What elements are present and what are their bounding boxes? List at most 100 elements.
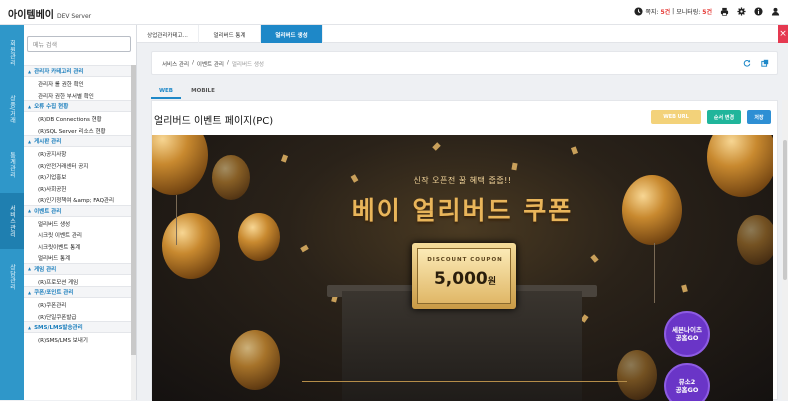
messages-label: 쪽지: [645,9,659,16]
collapse-icon: ▲ [28,289,32,295]
menu-group-game[interactable]: ▲ 게임 관리 [24,262,131,275]
menu-item[interactable]: (R)사회공헌 [24,182,131,194]
game-link-label-1: 세븐나이츠 공홈GO [672,325,702,342]
confetti [570,146,579,155]
menu-item[interactable]: 얼리버드 생성 [24,217,131,229]
confetti [681,284,688,293]
close-tab-button[interactable]: × [778,25,788,43]
tab-category[interactable]: 상업관리카테고... [137,25,199,43]
game-link-button-2[interactable]: 뮤소2 공홈GO [664,363,710,401]
breadcrumb: 서비스 관리 / 이벤트 관리 / 얼리버드 생성 [162,60,264,68]
event-banner-preview: 신작 오픈전 꿀 혜택 줍줍!! 베이 얼리버드 쿠폰 DISCOUNT COU… [152,135,773,401]
status-separator: | [672,8,675,15]
menu-item[interactable]: (R)SMS/LMS 보내기 [24,333,131,345]
menu-item[interactable]: (R)쿠폰관리 [24,298,131,310]
confetti [590,254,599,263]
info-icon[interactable] [754,7,763,16]
sidebar-scroll-thumb[interactable] [131,65,136,355]
tab-earlybird-stats[interactable]: 얼리버드 통계 [199,25,261,43]
module-rail: 회원관리 상품/거래 통계관리 서비스관리 상담관리 [0,25,24,400]
monitoring-count[interactable]: 5건 [702,7,712,16]
breadcrumb-current: 얼리버드 생성 [231,62,264,68]
main-scrollbar[interactable] [782,100,788,400]
menu-item[interactable]: 시크릿 이벤트 관리 [24,228,131,240]
popup-icon[interactable] [761,59,769,67]
menu-item[interactable]: (R)프로모션 게임 [24,275,131,287]
rail-item-member[interactable]: 회원관리 [0,25,24,81]
clock-icon [634,7,643,16]
coupon-inner: DISCOUNT COUPON 5,000원 [417,248,511,304]
menu-item[interactable]: (R)인기정책여 &amp; FAQ관리 [24,193,131,205]
breadcrumb-item[interactable]: 이벤트 관리 [197,60,224,68]
menu-group-label: 오류 수집 현황 [34,104,69,110]
discount-coupon: DISCOUNT COUPON 5,000원 [412,243,516,309]
menu-item[interactable]: 얼리버드 통계 [24,251,131,263]
menu-group-label: 게임 관리 [34,266,57,273]
balloon [707,135,773,197]
rail-item-consult[interactable]: 상담관리 [0,249,24,305]
menu-item[interactable]: (R)SQL Server 리소스 현황 [24,124,131,136]
messages-count[interactable]: 5건 [660,7,670,16]
balloon [152,135,208,195]
tab-web[interactable]: WEB [151,85,181,99]
floor-line [302,381,627,382]
balloon [230,330,280,390]
sidebar-menu: ▲ 관리자 카테고리 관리 관리자 롤 권한 확인 관리자 권한 부서별 확인 ▲… [24,65,131,345]
collapse-icon: ▲ [28,324,32,330]
print-icon[interactable] [720,7,729,16]
menu-group-admin-category[interactable]: ▲ 관리자 카테고리 관리 [24,65,131,77]
page-tabs: 상업관리카테고... 얼리버드 통계 얼리버드 생성 [137,25,788,43]
page-title: 얼리버드 이벤트 페이지(PC) [154,116,274,127]
game-link-label-2: 뮤소2 공홈GO [675,377,699,394]
menu-group-board[interactable]: ▲ 게시판 관리 [24,135,131,147]
main-scroll-thumb[interactable] [783,140,787,280]
top-bar: 아이템베이 DEV Server 쪽지: 5건 | 모니터링: 5건 [0,0,788,25]
save-button[interactable]: 저장 [747,110,771,124]
menu-item[interactable]: (R)안전거래센터 공지 [24,159,131,171]
sidebar-scrollbar[interactable] [131,65,136,400]
env-label: DEV Server [57,13,92,20]
rail-item-stats[interactable]: 통계관리 [0,137,24,193]
coupon-amount: 5,000원 [418,269,512,289]
menu-group-label: 이벤트 관리 [34,208,62,215]
breadcrumb-sep: / [226,60,229,66]
balloon [617,350,657,400]
collapse-icon: ▲ [28,68,32,74]
menu-group-label: SMS/LMS발송관리 [34,325,83,331]
tab-mobile[interactable]: MOBILE [181,85,225,99]
breadcrumb-bar: 서비스 관리 / 이벤트 관리 / 얼리버드 생성 [151,51,778,75]
rail-item-service[interactable]: 서비스관리 [0,193,24,249]
action-buttons: WEB URL 순서 변경 저장 [651,110,771,124]
refresh-icon[interactable] [743,59,751,67]
menu-group-sms[interactable]: ▲ SMS/LMS발송관리 [24,321,131,333]
breadcrumb-tools [743,59,769,67]
collapse-icon: ▲ [28,103,32,109]
menu-item[interactable]: (R)공지사항 [24,147,131,159]
menu-item[interactable]: 관리자 권한 부서별 확인 [24,89,131,101]
menu-item[interactable]: 관리자 롤 권한 확인 [24,77,131,89]
rail-item-goods[interactable]: 상품/거래 [0,81,24,137]
content-panel: 얼리버드 이벤트 페이지(PC) WEB URL 순서 변경 저장 신작 오픈전… [151,100,778,401]
menu-group-coupon[interactable]: ▲ 쿠폰/포인트 관리 [24,286,131,298]
user-icon[interactable] [771,7,780,16]
coupon-amount-value: 5,000 [433,269,488,289]
confetti [280,154,289,163]
collapse-icon: ▲ [28,138,32,144]
balloon-string [654,243,655,303]
menu-item[interactable]: (R)기업홍보 [24,170,131,182]
menu-group-label: 관리자 카테고리 관리 [34,69,84,75]
banner-title: 베이 얼리버드 쿠폰 [351,196,574,225]
menu-group-error[interactable]: ▲ 오류 수집 현황 [24,100,131,112]
web-url-button[interactable]: WEB URL [651,110,701,124]
menu-group-event[interactable]: ▲ 이벤트 관리 [24,204,131,217]
menu-item[interactable]: (R)DB Connections 현황 [24,112,131,124]
gear-icon[interactable] [737,7,746,16]
app-title[interactable]: 아이템베이 DEV Server [8,6,91,21]
game-link-button-1[interactable]: 세븐나이츠 공홈GO [664,311,710,357]
menu-search-input[interactable]: 메뉴 검색 [27,36,131,52]
tab-earlybird-create[interactable]: 얼리버드 생성 [261,25,323,43]
menu-item[interactable]: 시크릿이벤트 통계 [24,240,131,252]
breadcrumb-item[interactable]: 서비스 관리 [162,60,189,68]
order-change-button[interactable]: 순서 변경 [707,110,741,124]
menu-item[interactable]: (R)단일쿠폰발급 [24,310,131,322]
